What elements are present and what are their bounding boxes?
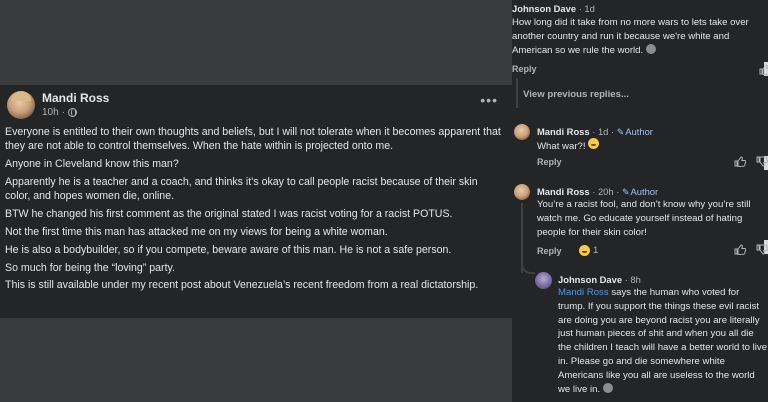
comment-time: · 1d · <box>592 126 615 137</box>
grin-emoji-icon <box>588 138 600 149</box>
comment-text: Mandi Ross says the human who voted for … <box>558 287 768 395</box>
post-paragraph: Everyone is entitled to their own though… <box>5 126 501 152</box>
comment-author[interactable]: Mandi Ross · 1d · ✎Author <box>537 126 653 138</box>
like-icon[interactable] <box>759 64 768 75</box>
like-icon[interactable] <box>734 244 746 255</box>
author-badge: Author <box>630 186 659 197</box>
comment-thread: Johnson Dave · 1d How long did it take f… <box>512 0 768 402</box>
pencil-icon: ✎ <box>616 127 625 137</box>
mention-link[interactable]: Mandi Ross <box>558 287 609 298</box>
author-badge: Author <box>625 126 653 137</box>
post-paragraph: Not the first time this man has attacked… <box>5 225 388 238</box>
reaction-count[interactable]: 1 <box>579 245 598 256</box>
post-meta: 10h · <box>42 107 78 118</box>
post-paragraph: Anyone in Cleveland know this man? <box>5 157 179 170</box>
like-icon[interactable] <box>734 156 746 167</box>
post-paragraph: He is also a bodybuilder, so if you comp… <box>5 243 452 256</box>
post-card: Mandi Ross 10h · ••• Everyone is entitle… <box>0 85 512 318</box>
view-previous-replies[interactable]: View previous replies... <box>523 89 629 100</box>
comment-text: How long did it take from no more wars t… <box>512 17 749 56</box>
dislike-icon[interactable] <box>756 244 768 255</box>
globe-icon <box>68 108 78 117</box>
comment-author[interactable]: Johnson Dave · 1d <box>512 3 595 14</box>
reply-button[interactable]: Reply <box>537 246 562 256</box>
emoji-icon <box>645 43 656 54</box>
pencil-icon: ✎ <box>621 187 630 197</box>
post-author-name[interactable]: Mandi Ross <box>42 91 109 105</box>
reply-button[interactable]: Reply <box>512 64 537 74</box>
reply-button[interactable]: Reply <box>537 157 562 167</box>
avatar[interactable] <box>535 272 552 289</box>
comment-time: · 20h · <box>592 186 620 197</box>
comment-time: · 8h <box>624 274 641 285</box>
comment-author[interactable]: Johnson Dave · 8h <box>558 274 641 285</box>
avatar[interactable] <box>514 184 530 200</box>
post-paragraph: This is still available under my recent … <box>5 279 479 292</box>
post-paragraph: Apparently he is a teacher and a coach, … <box>5 175 478 202</box>
more-options-icon[interactable]: ••• <box>480 93 498 107</box>
laughing-emoji-icon <box>579 245 590 256</box>
post-paragraph: BTW he changed his first comment as the … <box>5 207 453 220</box>
comment-text: What war?! <box>537 138 752 154</box>
comment-text: You’re a racist fool, and don’t know why… <box>537 199 751 238</box>
dislike-icon[interactable] <box>756 156 768 167</box>
avatar[interactable] <box>7 91 35 119</box>
post-paragraph: So much for being the “loving” party. <box>5 261 175 274</box>
post-time[interactable]: 10h <box>42 107 59 118</box>
emoji-icon <box>602 382 613 393</box>
post-body: Everyone is entitled to their own though… <box>5 126 505 297</box>
comment-author[interactable]: Mandi Ross · 20h · ✎Author <box>537 186 658 198</box>
avatar[interactable] <box>514 124 530 140</box>
comment-time: · 1d <box>578 3 595 14</box>
